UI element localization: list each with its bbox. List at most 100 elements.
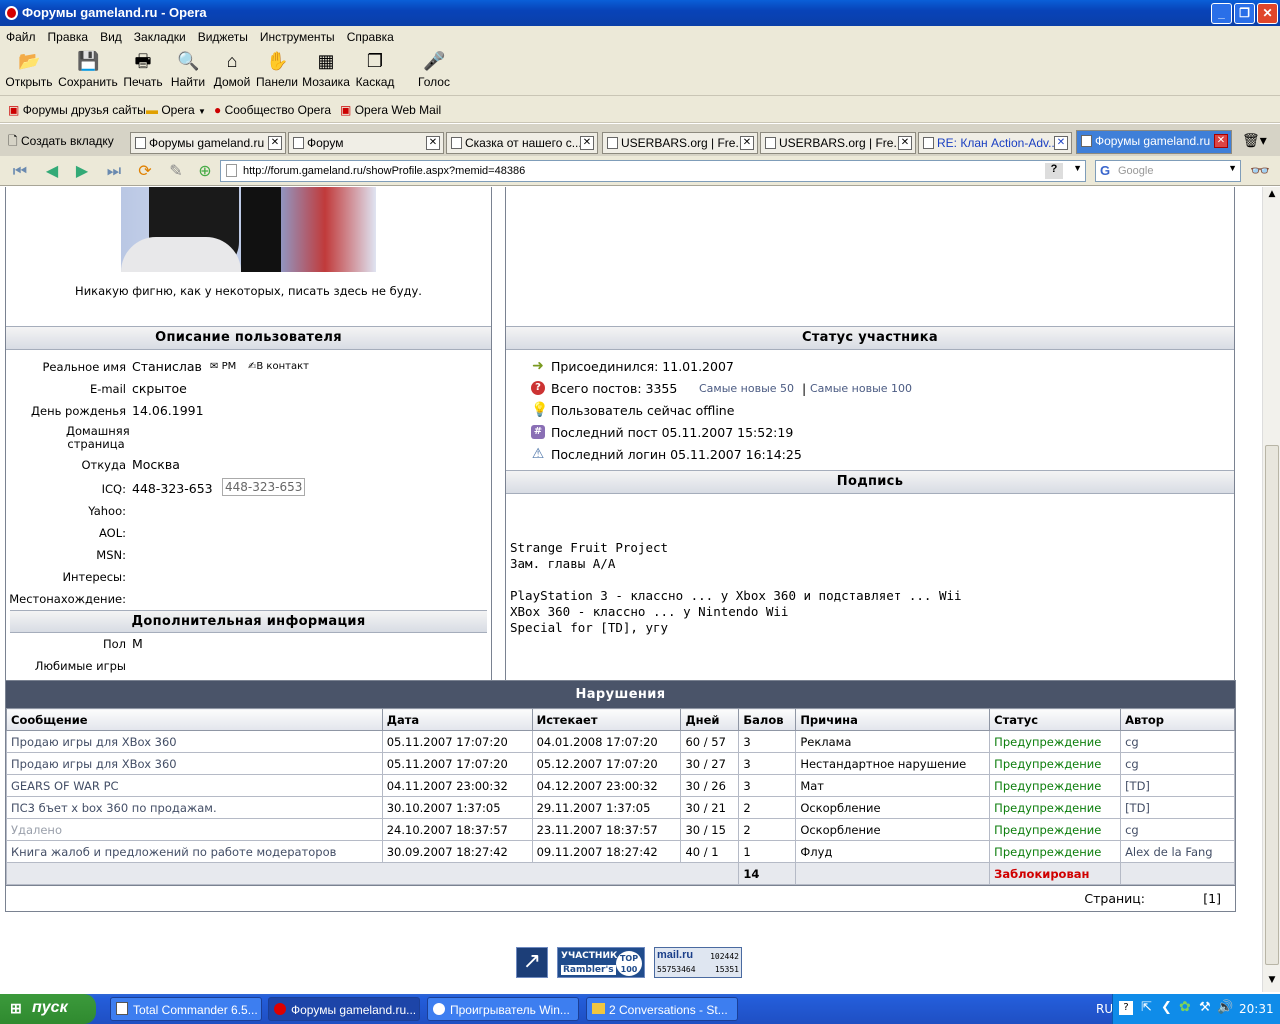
search-input[interactable]: G Google ▼ [1095, 160, 1241, 182]
scroll-thumb[interactable] [1265, 445, 1279, 965]
pm-link[interactable]: ✉ PM [210, 361, 236, 372]
menu-tools[interactable]: Инструменты [254, 26, 341, 44]
language-indicator[interactable]: RU [1096, 1002, 1113, 1016]
close-tab-icon[interactable]: ✕ [268, 136, 282, 150]
maximize-button[interactable]: ❐ [1234, 3, 1255, 24]
newest-100-link[interactable]: Самые новые 100 [810, 382, 912, 395]
help-icon[interactable]: ? [1045, 163, 1063, 179]
reload-icon[interactable]: ⟳ [135, 163, 155, 180]
cascade-button[interactable]: ❐ Каскад [354, 49, 396, 89]
close-button[interactable]: ✕ [1257, 3, 1278, 24]
glasses-icon[interactable]: 👓 [1250, 163, 1270, 180]
rambler-counter[interactable]: УЧАСТНИК Rambler's TOP 100 [557, 947, 645, 978]
violation-message-link[interactable]: Продаю игры для XBox 360 [6, 752, 383, 775]
start-button[interactable]: ⊞ пуск [0, 994, 96, 1024]
task-label: Total Commander 6.5... [133, 1003, 258, 1017]
back-icon[interactable]: ◀ [42, 163, 62, 180]
col-reason[interactable]: Причина [795, 708, 991, 731]
violation-message-link[interactable]: ПС3 бъет x box 360 по продажам. [6, 796, 383, 819]
violation-message-link[interactable]: Продаю игры для XBox 360 [6, 730, 383, 753]
bookmark-friends[interactable]: ▣ Форумы друзья сайты [8, 103, 146, 117]
fast-forward-icon[interactable]: ⏭ [104, 163, 124, 180]
menu-view[interactable]: Вид [94, 26, 128, 44]
external-link-icon[interactable]: ↗ [516, 947, 548, 978]
close-tab-icon[interactable]: ✕ [580, 136, 594, 150]
chevron-down-icon[interactable]: ▼ [1228, 163, 1237, 173]
violation-message-link[interactable]: GEARS OF WAR PC [6, 774, 383, 797]
page-1-link[interactable]: [1] [1203, 891, 1221, 906]
bookmark-folder-opera[interactable]: ▬ Opera ▼ [146, 103, 206, 117]
icq-status-box[interactable]: 448-323-653 [222, 478, 306, 496]
violation-reason: Оскорбление [795, 818, 991, 841]
new-tab-button[interactable]: 🗋 Создать вкладку [8, 132, 114, 153]
tab-userbars-2[interactable]: USERBARS.org | Fre... ✕ [760, 132, 916, 154]
close-tab-icon[interactable]: ✕ [1054, 136, 1068, 150]
save-button[interactable]: 💾 Сохранить [58, 49, 118, 89]
col-points[interactable]: Балов [738, 708, 797, 731]
violation-author[interactable]: [TD] [1120, 774, 1235, 797]
scroll-down-icon[interactable]: ▼ [1265, 975, 1279, 989]
bookmark-page-icon[interactable]: ⊕ [195, 163, 215, 180]
panels-button[interactable]: ✋ Панели [256, 49, 298, 89]
violation-author[interactable]: [TD] [1120, 796, 1235, 819]
vertical-scrollbar[interactable]: ▲ ▼ [1262, 187, 1280, 992]
scroll-up-icon[interactable]: ▲ [1265, 189, 1279, 203]
bookmark-label: Opera [161, 103, 195, 117]
print-button[interactable]: 🖶 Печать [122, 49, 164, 89]
close-tab-icon[interactable]: ✕ [426, 136, 440, 150]
cursor-icon[interactable]: ⇱ [1141, 1000, 1152, 1015]
col-author[interactable]: Автор [1120, 708, 1235, 731]
tab-clan[interactable]: RE: Клан Action-Adv... ✕ [918, 132, 1072, 154]
address-input[interactable]: http://forum.gameland.ru/showProfile.asp… [220, 160, 1086, 182]
flower-icon[interactable]: ✿ [1179, 999, 1191, 1015]
mailru-counter[interactable]: mail.ru 102442 55753464 15351 [654, 947, 742, 978]
task-media-player[interactable]: Проигрыватель Win... [427, 997, 579, 1021]
back-circle-icon[interactable]: ❮ [1161, 1000, 1172, 1015]
task-conversations[interactable]: 2 Conversations - St... [586, 997, 738, 1021]
tab-userbars-1[interactable]: USERBARS.org | Fre... ✕ [602, 132, 758, 154]
find-button[interactable]: 🔍 Найти [170, 49, 206, 89]
close-tab-icon[interactable]: ✕ [740, 136, 754, 150]
minimize-button[interactable]: _ [1211, 3, 1232, 24]
menu-edit[interactable]: Правка [42, 26, 95, 44]
col-date[interactable]: Дата [381, 708, 533, 731]
trash-icon[interactable]: 🗑▾ [1242, 132, 1267, 149]
violation-message-link[interactable]: Книга жалоб и предложений по работе моде… [6, 840, 383, 863]
close-tab-icon[interactable]: ✕ [1214, 134, 1228, 148]
task-total-commander[interactable]: Total Commander 6.5... [110, 997, 262, 1021]
volume-icon[interactable]: 🔊 [1217, 1000, 1233, 1015]
menu-widgets[interactable]: Виджеты [192, 26, 254, 44]
menu-file[interactable]: Файл [0, 26, 42, 44]
col-status[interactable]: Статус [989, 708, 1122, 731]
col-days[interactable]: Дней [680, 708, 740, 731]
edit-icon[interactable]: ✎ [166, 163, 186, 180]
tab-gameland-1[interactable]: Форумы gameland.ru ✕ [130, 132, 286, 154]
tab-gameland-active[interactable]: Форумы gameland.ru ✕ [1076, 130, 1232, 154]
task-opera[interactable]: Форумы gameland.ru... [268, 997, 420, 1021]
vk-link[interactable]: ✍В контакт [248, 361, 309, 372]
bookmark-webmail[interactable]: ▣ Opera Web Mail [340, 103, 441, 117]
voice-button[interactable]: 🎤 Голос [416, 49, 452, 89]
tab-fairy-tale[interactable]: Сказка от нашего с... ✕ [446, 132, 598, 154]
menu-bookmarks[interactable]: Закладки [128, 26, 192, 44]
bookmark-community[interactable]: ● Сообщество Opera [214, 103, 331, 117]
rewind-icon[interactable]: ⏮ [10, 163, 30, 180]
clock[interactable]: 20:31 [1239, 1002, 1274, 1016]
open-button[interactable]: 📂 Открыть [5, 49, 53, 89]
newest-50-link[interactable]: Самые новые 50 [699, 382, 794, 395]
chevron-down-icon[interactable]: ▼ [1073, 163, 1082, 173]
violation-author[interactable]: cg [1120, 730, 1235, 753]
menu-help[interactable]: Справка [341, 26, 400, 44]
home-button[interactable]: ⌂ Домой [212, 49, 252, 89]
col-message[interactable]: Сообщение [6, 708, 383, 731]
tile-button[interactable]: ▦ Мозаика [302, 49, 350, 89]
forward-icon[interactable]: ▶ [72, 163, 92, 180]
settings-icon[interactable]: ⚒ [1199, 1000, 1211, 1015]
violation-author[interactable]: cg [1120, 752, 1235, 775]
close-tab-icon[interactable]: ✕ [898, 136, 912, 150]
col-expires[interactable]: Истекает [531, 708, 682, 731]
help-icon[interactable]: ? [1119, 1001, 1133, 1015]
violation-author[interactable]: cg [1120, 818, 1235, 841]
violation-author[interactable]: Alex de la Fang [1120, 840, 1235, 863]
tab-forum[interactable]: Форум ✕ [288, 132, 444, 154]
